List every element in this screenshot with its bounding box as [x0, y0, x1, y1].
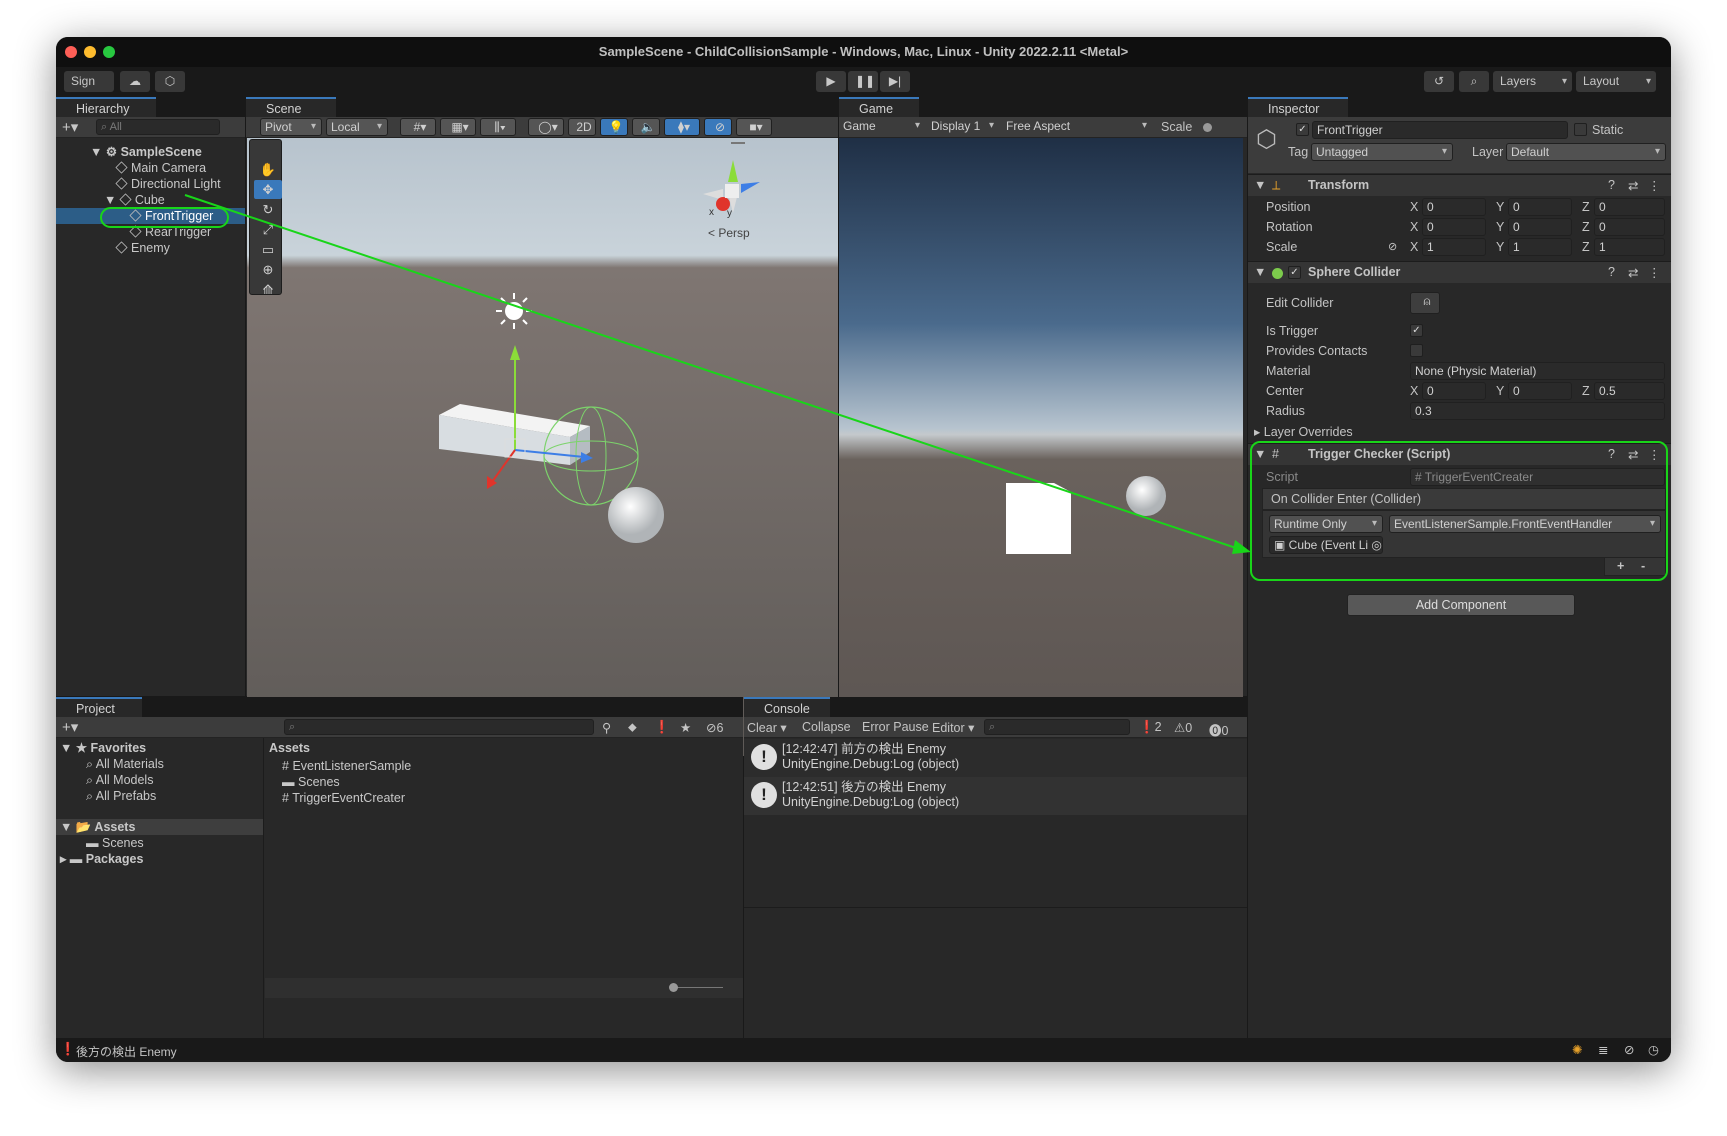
unity-editor-window: SampleScene - ChildCollisionSample - Win…	[56, 37, 1671, 1062]
annotation-arrow	[184, 194, 1251, 554]
